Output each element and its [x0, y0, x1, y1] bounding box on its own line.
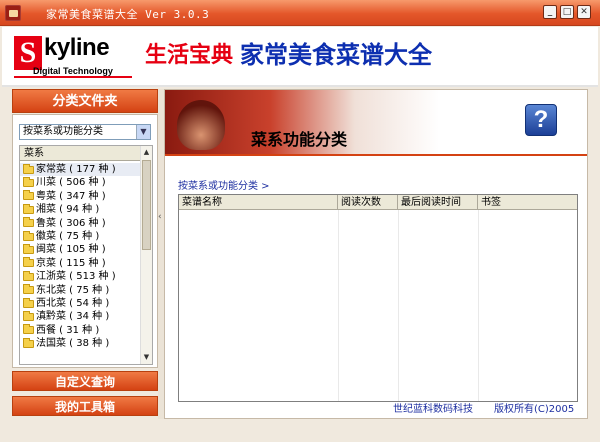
category-panel: 按菜系或功能分类 ▼ 菜系 家常菜 ( 177 种 ) 川菜 ( 506 种 )… [12, 114, 158, 368]
category-select[interactable]: 按菜系或功能分类 ▼ [19, 124, 151, 140]
maximize-button[interactable]: □ [560, 5, 574, 19]
scroll-thumb[interactable] [142, 160, 151, 250]
list-item[interactable]: 粤菜 ( 347 种 ) [20, 190, 141, 203]
cuisine-list-rows: 家常菜 ( 177 种 ) 川菜 ( 506 种 ) 粤菜 ( 347 种 ) … [20, 163, 141, 350]
column-bookmark[interactable]: 书签 [478, 195, 577, 210]
skyline-logo-icon: S [14, 36, 42, 70]
list-scrollbar[interactable]: ▲ ▼ [140, 146, 152, 364]
folder-icon [23, 324, 34, 335]
column-read-count[interactable]: 阅读次数 [338, 195, 398, 210]
folder-icon [23, 270, 34, 281]
footer-copyright: 版权所有(C)2005 [494, 404, 575, 415]
column-divider [338, 210, 339, 401]
folder-icon [23, 244, 34, 255]
list-item[interactable]: 江浙菜 ( 513 种 ) [20, 270, 141, 283]
title-bar: 家常美食菜谱大全 Ver 3.0.3 _ □ ✕ [0, 0, 600, 26]
list-item[interactable]: 东北菜 ( 75 种 ) [20, 284, 141, 297]
category-folder-header[interactable]: 分类文件夹 [12, 89, 158, 113]
folder-icon [23, 337, 34, 348]
scroll-up-icon[interactable]: ▲ [141, 146, 152, 158]
window-title: 家常美食菜谱大全 Ver 3.0.3 [46, 8, 210, 21]
list-item[interactable]: 西北菜 ( 54 种 ) [20, 297, 141, 310]
list-item[interactable]: 京菜 ( 115 种 ) [20, 257, 141, 270]
list-item[interactable]: 鲁菜 ( 306 种 ) [20, 217, 141, 230]
folder-icon [23, 163, 34, 174]
column-divider [398, 210, 399, 401]
list-column-header[interactable]: 菜系 [20, 146, 141, 161]
table-header: 菜谱名称 阅读次数 最后阅读时间 书签 [179, 195, 577, 210]
folder-icon [23, 257, 34, 268]
logo-underline [14, 76, 132, 78]
section-title: 菜系功能分类 [251, 130, 348, 149]
folder-icon [23, 217, 34, 228]
recipe-table[interactable]: 菜谱名称 阅读次数 最后阅读时间 书签 [178, 194, 578, 402]
folder-icon [23, 284, 34, 295]
cuisine-list[interactable]: 菜系 家常菜 ( 177 种 ) 川菜 ( 506 种 ) 粤菜 ( 347 种… [19, 145, 153, 365]
folder-icon [23, 297, 34, 308]
hero-banner: 菜系功能分类 ? [165, 90, 587, 154]
help-button[interactable]: ? [525, 104, 557, 136]
scroll-down-icon[interactable]: ▼ [141, 351, 152, 363]
list-item[interactable]: 湘菜 ( 94 种 ) [20, 203, 141, 216]
folder-icon [23, 310, 34, 321]
list-item[interactable]: 西餐 ( 31 种 ) [20, 324, 141, 337]
breadcrumb[interactable]: 按菜系或功能分类 > [178, 177, 270, 192]
logo-subtitle: Digital Technology [33, 66, 113, 76]
folder-icon [23, 177, 34, 188]
main-content: 菜系功能分类 ? 按菜系或功能分类 > 菜谱名称 阅读次数 最后阅读时间 书签 … [164, 89, 588, 419]
custom-query-button[interactable]: 自定义查询 [12, 371, 158, 391]
folder-icon [23, 230, 34, 241]
header-banner: S kyline Digital Technology 生活宝典 家常美食菜谱大… [2, 27, 598, 87]
sidebar: 分类文件夹 按菜系或功能分类 ▼ 菜系 家常菜 ( 177 种 ) 川菜 ( 5… [12, 89, 158, 418]
footer-company: 世纪蓝科数码科技 [393, 404, 473, 415]
app-book-icon[interactable] [5, 5, 21, 21]
toolbox-button[interactable]: 我的工具箱 [12, 396, 158, 416]
list-item[interactable]: 川菜 ( 506 种 ) [20, 176, 141, 189]
list-item[interactable]: 徽菜 ( 75 种 ) [20, 230, 141, 243]
category-select-value: 按菜系或功能分类 [23, 126, 103, 137]
logo-wordmark: kyline [44, 34, 110, 61]
close-button[interactable]: ✕ [577, 5, 591, 19]
list-item[interactable]: 闽菜 ( 105 种 ) [20, 243, 141, 256]
column-last-read[interactable]: 最后阅读时间 [398, 195, 478, 210]
minimize-button[interactable]: _ [543, 5, 557, 19]
list-item[interactable]: 滇黔菜 ( 34 种 ) [20, 310, 141, 323]
hotpot-image-icon [177, 100, 225, 150]
slogan: 生活宝典 [145, 43, 234, 68]
column-recipe-name[interactable]: 菜谱名称 [179, 195, 338, 210]
list-item[interactable]: 家常菜 ( 177 种 ) [20, 163, 141, 177]
folder-icon [23, 190, 34, 201]
column-divider [478, 210, 479, 401]
chevron-down-icon[interactable]: ▼ [136, 125, 150, 139]
list-item[interactable]: 法国菜 ( 38 种 ) [20, 337, 141, 350]
folder-icon [23, 203, 34, 214]
app-name: 家常美食菜谱大全 [240, 41, 432, 69]
hero-divider [165, 154, 587, 156]
